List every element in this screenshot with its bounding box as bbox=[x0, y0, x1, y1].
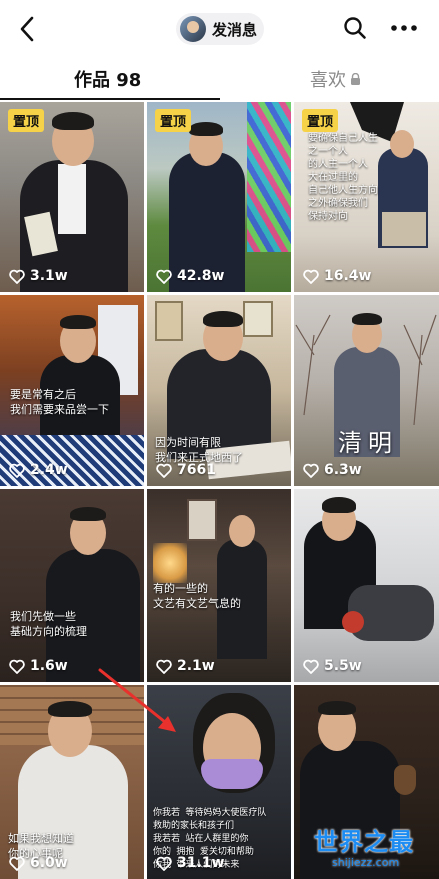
hair bbox=[352, 313, 382, 325]
pinned-badge: 置顶 bbox=[8, 109, 45, 132]
heart-icon bbox=[9, 659, 25, 674]
like-count-text: 7661 bbox=[177, 462, 216, 478]
watermark: 世界之最 shijiezz.com bbox=[314, 822, 436, 874]
hair bbox=[189, 122, 223, 136]
video-tile[interactable]: 有的一些的 文艺有文艺气息的 2.1w bbox=[147, 489, 291, 682]
heart-icon bbox=[156, 269, 172, 284]
like-count-text: 2.4w bbox=[30, 462, 68, 478]
lock-icon bbox=[351, 73, 360, 85]
like-count-text: 5.5w bbox=[324, 658, 362, 674]
like-count-text: 16.4w bbox=[324, 268, 372, 284]
like-count: 7661 bbox=[156, 462, 216, 478]
active-tab-indicator bbox=[0, 98, 220, 100]
vase bbox=[394, 765, 416, 795]
more-button[interactable] bbox=[390, 20, 418, 36]
video-tile[interactable]: 置顶 42.8w bbox=[147, 102, 291, 292]
lamp bbox=[153, 543, 187, 583]
ribbons bbox=[247, 102, 291, 252]
face-mask bbox=[201, 759, 263, 789]
like-count: 5.5w bbox=[303, 658, 362, 674]
tablecloth bbox=[0, 435, 144, 486]
heart-icon bbox=[303, 269, 319, 284]
video-caption: 要确保自己人生 之一个人 的人主一个人 大在过里的 自己他人生方向 之外确保我们… bbox=[308, 133, 378, 222]
heart-icon bbox=[9, 856, 25, 871]
heart-icon bbox=[9, 269, 25, 284]
like-count: 6.0w bbox=[9, 855, 68, 871]
hair bbox=[203, 311, 243, 327]
pinned-badge: 置顶 bbox=[155, 109, 192, 132]
video-tile[interactable]: 要是常有之后 我们需要来品尝一下 2.4w bbox=[0, 295, 144, 486]
video-tile[interactable]: 要确保自己人生 之一个人 的人主一个人 大在过里的 自己他人生方向 之外确保我们… bbox=[294, 102, 439, 292]
like-count: 6.3w bbox=[303, 462, 362, 478]
person-head bbox=[229, 515, 255, 547]
tab-works[interactable]: 作品 98 bbox=[74, 66, 141, 92]
hair bbox=[322, 497, 356, 513]
profile-tabs: 作品 98 喜欢 bbox=[0, 58, 439, 102]
top-bar: 发消息 bbox=[0, 0, 439, 58]
avatar bbox=[180, 16, 206, 42]
hair bbox=[318, 701, 356, 715]
like-count-text: 2.1w bbox=[177, 658, 215, 674]
hair bbox=[60, 315, 96, 329]
like-count: 1.6w bbox=[9, 658, 68, 674]
heart-icon bbox=[156, 463, 172, 478]
video-tile[interactable]: 清明 6.3w bbox=[294, 295, 439, 486]
video-title-overlay: 清明 bbox=[338, 429, 398, 457]
search-icon bbox=[344, 17, 366, 39]
person-head bbox=[390, 130, 414, 158]
like-count-text: 1.6w bbox=[30, 658, 68, 674]
back-button[interactable] bbox=[14, 14, 42, 44]
motorcycle-light bbox=[342, 611, 364, 633]
like-count-text: 31.1w bbox=[177, 855, 225, 871]
watermark-title: 世界之最 bbox=[314, 828, 414, 856]
trousers bbox=[382, 212, 426, 246]
like-count: 3.1w bbox=[9, 268, 68, 284]
wall-painting bbox=[155, 301, 183, 341]
heart-icon bbox=[9, 463, 25, 478]
search-button[interactable] bbox=[343, 16, 367, 40]
video-tile[interactable]: 置顶 3.1w bbox=[0, 102, 144, 292]
like-count-text: 6.0w bbox=[30, 855, 68, 871]
like-count-text: 3.1w bbox=[30, 268, 68, 284]
hair bbox=[52, 112, 94, 130]
hair bbox=[70, 507, 106, 521]
heart-icon bbox=[156, 856, 172, 871]
video-caption: 要是常有之后 我们需要来品尝一下 bbox=[10, 388, 109, 416]
wall-painting bbox=[243, 301, 273, 337]
wall-frame bbox=[187, 499, 217, 541]
heart-icon bbox=[303, 463, 319, 478]
video-tile[interactable]: 因为时间有限 我们来正式地西了 7661 bbox=[147, 295, 291, 486]
like-count: 2.4w bbox=[9, 462, 68, 478]
video-caption: 因为时间有限 我们来正式地西了 bbox=[155, 436, 243, 464]
video-caption: 我们先做一些 基础方向的梳理 bbox=[10, 610, 87, 638]
video-grid: 置顶 3.1w 置顶 42.8w 要确保自己人生 之一个人 的人主一个人 大在过… bbox=[0, 102, 439, 879]
send-message-label: 发消息 bbox=[212, 20, 258, 39]
like-count: 16.4w bbox=[303, 268, 371, 284]
hair bbox=[48, 701, 92, 717]
tab-likes-label: 喜欢 bbox=[310, 70, 346, 91]
like-count-text: 42.8w bbox=[177, 268, 225, 284]
video-tile[interactable]: 5.5w bbox=[294, 489, 439, 682]
video-tile[interactable]: 我们先做一些 基础方向的梳理 1.6w bbox=[0, 489, 144, 682]
like-count: 42.8w bbox=[156, 268, 224, 284]
tab-likes[interactable]: 喜欢 bbox=[310, 66, 361, 92]
watermark-url: shijiezz.com bbox=[332, 856, 400, 869]
more-dots-icon bbox=[391, 25, 417, 31]
annotation-arrow-icon bbox=[98, 668, 176, 732]
shirt bbox=[58, 164, 86, 234]
send-message-button[interactable]: 发消息 bbox=[176, 13, 264, 45]
motorcycle bbox=[348, 585, 434, 641]
like-count-text: 6.3w bbox=[324, 462, 362, 478]
chevron-left-icon bbox=[20, 16, 34, 42]
like-count: 31.1w bbox=[156, 855, 224, 871]
heart-icon bbox=[303, 659, 319, 674]
video-caption: 有的一些的 文艺有文艺气息的 bbox=[153, 582, 241, 610]
pinned-badge: 置顶 bbox=[302, 109, 339, 132]
